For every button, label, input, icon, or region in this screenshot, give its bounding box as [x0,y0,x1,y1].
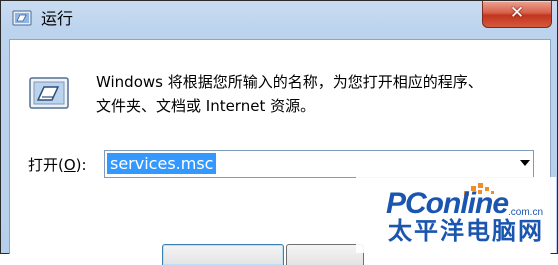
open-label-suffix: ): [75,156,87,174]
cancel-button[interactable] [286,244,364,265]
close-icon: ✕ [509,3,525,23]
open-input-value[interactable]: services.msc [107,153,217,174]
open-label-prefix: 打开( [28,156,64,174]
open-combobox[interactable]: services.msc [104,150,534,178]
run-app-icon [12,10,32,26]
ok-button[interactable] [162,244,284,265]
description-line-2: 文件夹、文档或 Internet 资源。 [96,97,316,115]
window-title: 运行 [41,9,74,28]
description: Windows 将根据您所输入的名称，为您打开相应的程序、 文件夹、文档或 In… [96,70,483,118]
chevron-down-icon[interactable] [520,160,530,166]
description-line-1: Windows 将根据您所输入的名称，为您打开相应的程序、 [96,73,483,91]
watermark-chinese: 太平洋电脑网 [388,217,544,245]
close-button[interactable]: ✕ [482,1,552,28]
title-bar[interactable]: 运行 ✕ [1,1,557,39]
open-label-mnemonic: O [63,156,76,174]
pconline-watermark: PConline .com.cn 太平洋电脑网 [356,177,556,253]
run-dialog: 运行 ✕ Windows 将根据您所输入的名称，为您打开相应的程序、 文件夹、文… [0,0,558,265]
run-icon [29,77,69,109]
open-label: 打开(O): [28,155,87,175]
watermark-brand: PConline [386,187,509,220]
